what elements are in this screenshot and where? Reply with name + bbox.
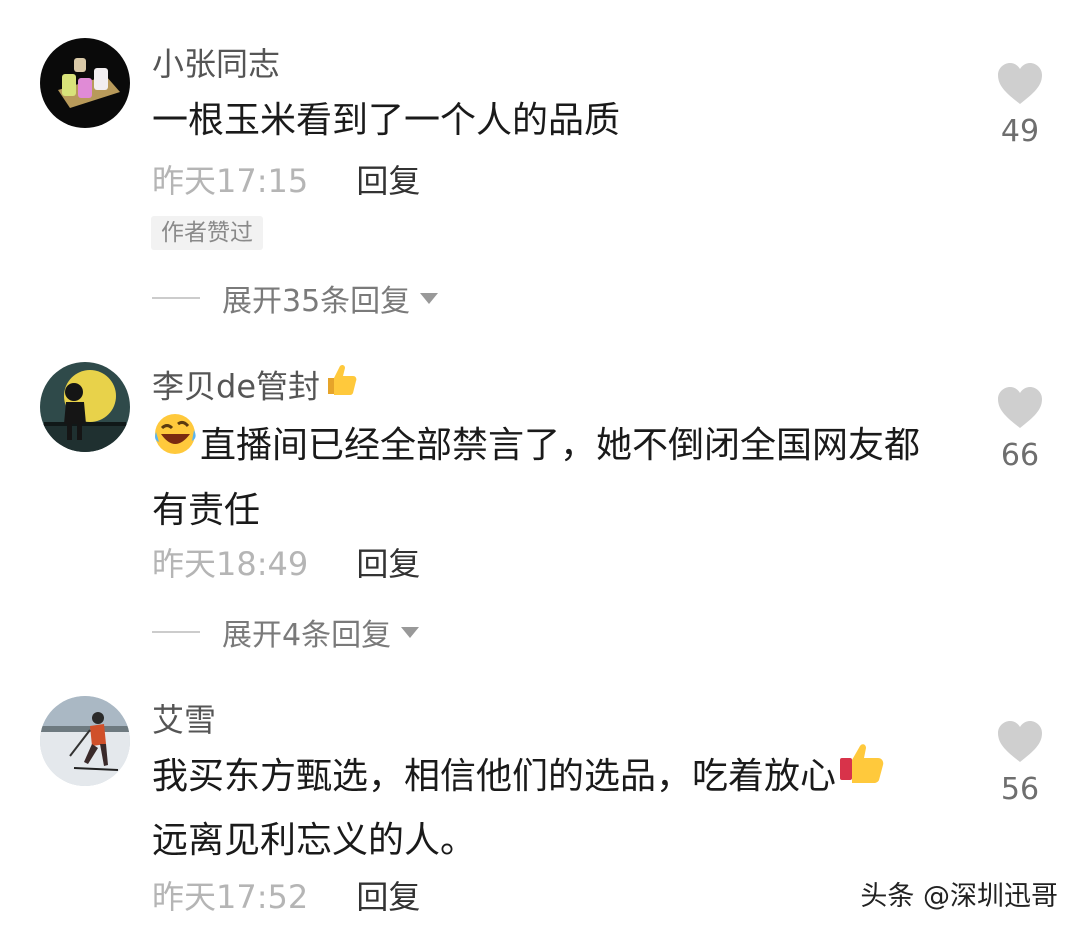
like-count: 66 — [1000, 438, 1040, 473]
reply-button[interactable]: 回复 — [356, 878, 420, 916]
heart-icon — [990, 62, 1050, 106]
comment-meta: 昨天17:52 回复 — [152, 877, 420, 917]
candles-avatar-icon — [40, 38, 130, 128]
watermark: 头条 @深圳迅哥 — [860, 881, 1058, 912]
comment-line: 远离见利忘义的人。 — [152, 820, 477, 861]
comment-line-text: 直播间已经全部禁言了，她不倒闭全国网友都 — [200, 425, 921, 466]
username[interactable]: 小张同志 — [152, 44, 280, 84]
comment-text: 直播间已经全部禁言了，她不倒闭全国网友都 有责任 — [152, 414, 952, 542]
username-text: 李贝de管封 — [152, 367, 321, 406]
like-button[interactable]: 56 — [990, 720, 1050, 808]
timestamp: 昨天18:49 — [152, 545, 309, 583]
comment-line: 有责任 — [152, 490, 261, 531]
avatar[interactable] — [40, 38, 130, 128]
divider — [152, 631, 200, 633]
thumbs-up-emoji-icon — [838, 742, 886, 806]
comment-line: 一根玉米看到了一个人的品质 — [152, 100, 621, 141]
comment-line-text: 我买东方甄选，相信他们的选品，吃着放心 — [152, 756, 837, 797]
like-button[interactable]: 49 — [990, 62, 1050, 150]
expand-replies-label: 展开35条回复 — [222, 284, 411, 319]
expand-replies-button[interactable]: 展开35条回复 — [152, 278, 439, 319]
heart-icon — [990, 720, 1050, 764]
like-count: 56 — [1000, 772, 1040, 807]
laughing-face-emoji-icon — [152, 410, 198, 476]
reply-button[interactable]: 回复 — [356, 545, 420, 583]
author-liked-badge: 作者赞过 — [151, 216, 263, 250]
chevron-down-icon — [401, 626, 420, 638]
skier-avatar-icon — [40, 696, 130, 786]
comment-line: 我买东方甄选，相信他们的选品，吃着放心 — [152, 744, 952, 810]
timestamp: 昨天17:52 — [152, 878, 309, 916]
username[interactable]: 艾雪 — [152, 700, 216, 740]
moon-silhouette-avatar-icon — [40, 362, 130, 452]
avatar[interactable] — [40, 362, 130, 452]
expand-replies-button[interactable]: 展开4条回复 — [152, 612, 420, 653]
thumbs-up-emoji-icon — [322, 362, 358, 407]
comment-text: 我买东方甄选，相信他们的选品，吃着放心 远离见利忘义的人。 — [152, 744, 952, 872]
like-button[interactable]: 66 — [990, 386, 1050, 474]
comment-meta: 昨天18:49 回复 — [152, 544, 420, 584]
username[interactable]: 李贝de管封 — [152, 364, 358, 411]
timestamp: 昨天17:15 — [152, 162, 309, 200]
heart-icon — [990, 386, 1050, 430]
expand-replies-label: 展开4条回复 — [222, 618, 392, 653]
comment-line: 直播间已经全部禁言了，她不倒闭全国网友都 — [152, 414, 952, 480]
divider — [152, 297, 200, 299]
chevron-down-icon — [420, 292, 439, 304]
like-count: 49 — [1000, 114, 1040, 149]
comment-text: 一根玉米看到了一个人的品质 — [152, 90, 952, 152]
avatar[interactable] — [40, 696, 130, 786]
reply-button[interactable]: 回复 — [356, 162, 420, 200]
comment-meta: 昨天17:15 回复 — [152, 161, 420, 201]
